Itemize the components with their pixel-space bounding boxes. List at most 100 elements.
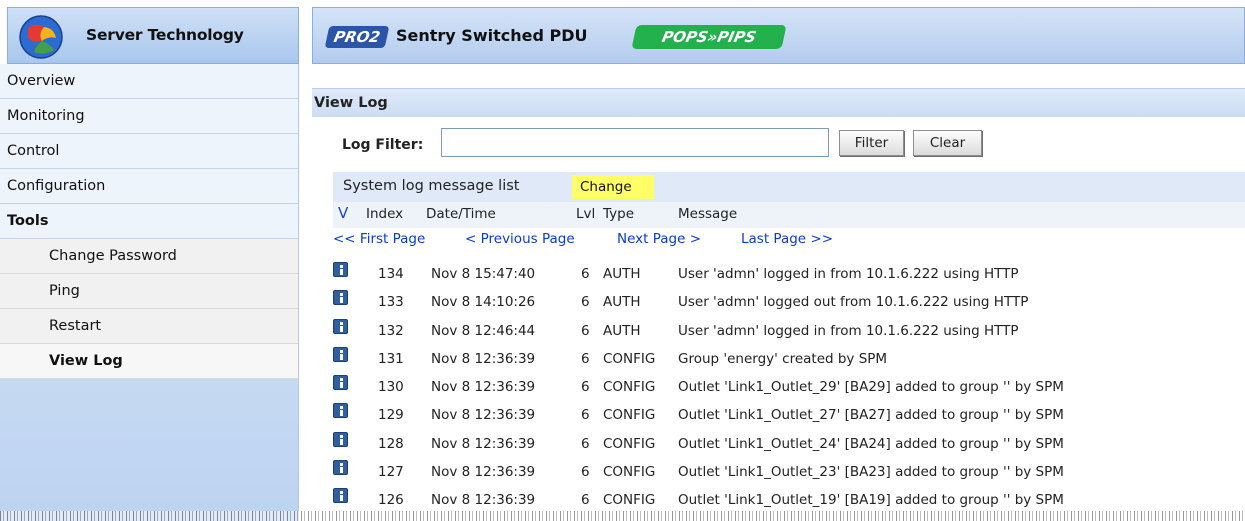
- cell-type: CONFIG: [603, 350, 656, 367]
- nav-item-monitoring[interactable]: Monitoring: [0, 99, 298, 134]
- column-index: Index: [366, 206, 404, 222]
- sort-toggle-icon[interactable]: V: [338, 204, 348, 222]
- info-icon[interactable]: [333, 318, 348, 334]
- cell-datetime: Nov 8 12:36:39: [431, 492, 536, 509]
- info-icon[interactable]: [333, 290, 348, 306]
- cell-lvl: 6: [581, 435, 590, 452]
- cell-datetime: Nov 8 12:36:39: [431, 379, 536, 396]
- list-title: System log message list: [343, 178, 520, 194]
- product-title: Sentry Switched PDU: [396, 26, 588, 45]
- info-icon[interactable]: [333, 403, 348, 419]
- cell-index: 134: [378, 266, 404, 282]
- first-page-link[interactable]: << First Page: [333, 231, 425, 247]
- info-icon[interactable]: [333, 431, 348, 447]
- change-link[interactable]: Change: [572, 175, 654, 199]
- info-icon[interactable]: [333, 460, 348, 476]
- nav-item-overview[interactable]: Overview: [0, 64, 298, 99]
- table-row: 127 Nov 8 12:36:39 6 CONFIG Outlet 'Link1_Ou…: [333, 456, 1245, 484]
- next-page-link[interactable]: Next Page >: [617, 231, 701, 247]
- cell-lvl: 6: [581, 294, 590, 311]
- table-row: 129 Nov 8 12:36:39 6 CONFIG Outlet 'Link1_Ou…: [333, 399, 1245, 427]
- cell-datetime: Nov 8 15:47:40: [431, 266, 536, 282]
- cell-type: CONFIG: [603, 379, 656, 396]
- pro2-badge: PRO2: [324, 26, 390, 48]
- table-row: 126 Nov 8 12:36:39 6 CONFIG Outlet 'Link1_Ou…: [333, 484, 1245, 512]
- sub-item-change-password[interactable]: Change Password: [0, 239, 298, 274]
- cell-type: AUTH: [603, 294, 641, 311]
- cell-index: 128: [378, 435, 404, 452]
- cell-message: User 'admn' logged in from 10.1.6.222 us…: [678, 266, 1019, 282]
- filter-button[interactable]: Filter: [839, 130, 904, 156]
- table-row: 134 Nov 8 15:47:40 6 AUTH User 'admn' logged…: [333, 258, 1245, 286]
- table-row: 133 Nov 8 14:10:26 6 AUTH User 'admn' logged…: [333, 286, 1245, 314]
- cell-index: 130: [378, 379, 404, 396]
- info-icon[interactable]: [333, 488, 348, 504]
- sub-item-view-log[interactable]: View Log: [0, 344, 298, 379]
- globe-logo-icon: [19, 15, 63, 59]
- nav-item-configuration[interactable]: Configuration: [0, 169, 298, 204]
- torn-edge-artifact: [0, 511, 1245, 521]
- nav-item-tools[interactable]: Tools: [0, 204, 298, 239]
- page-title: View Log: [314, 95, 388, 111]
- cell-datetime: Nov 8 14:10:26: [431, 294, 536, 311]
- nav-menu: Overview Monitoring Control Configuratio…: [0, 64, 299, 521]
- cell-datetime: Nov 8 12:36:39: [431, 350, 536, 367]
- cell-type: AUTH: [603, 266, 641, 282]
- cell-index: 127: [378, 464, 404, 481]
- cell-datetime: Nov 8 12:46:44: [431, 322, 536, 339]
- last-page-link[interactable]: Last Page >>: [741, 231, 833, 247]
- cell-message: User 'admn' logged out from 10.1.6.222 u…: [678, 294, 1029, 311]
- section-header: View Log: [312, 88, 1245, 117]
- cell-lvl: 6: [581, 322, 590, 339]
- previous-page-link[interactable]: < Previous Page: [465, 231, 575, 247]
- log-filter-input[interactable]: [441, 128, 829, 157]
- info-icon[interactable]: [333, 375, 348, 391]
- log-filter-label: Log Filter:: [342, 137, 424, 153]
- cell-index: 126: [378, 492, 404, 509]
- cell-datetime: Nov 8 12:36:39: [431, 407, 536, 424]
- cell-message: Group 'energy' created by SPM: [678, 350, 888, 367]
- table-row: 130 Nov 8 12:36:39 6 CONFIG Outlet 'Link1_Ou…: [333, 371, 1245, 399]
- cell-type: AUTH: [603, 322, 641, 339]
- cell-datetime: Nov 8 12:36:39: [431, 464, 536, 481]
- info-icon[interactable]: [333, 346, 348, 362]
- list-header: System log message list Change: [333, 172, 1245, 202]
- cell-lvl: 6: [581, 266, 590, 282]
- cell-message: Outlet 'Link1_Outlet_23' [BA23] added to…: [678, 464, 1064, 481]
- cell-message: Outlet 'Link1_Outlet_19' [BA19] added to…: [678, 492, 1064, 509]
- product-header: PRO2 Sentry Switched PDU POPS»PIPS: [312, 7, 1245, 64]
- sub-item-ping[interactable]: Ping: [0, 274, 298, 309]
- cell-datetime: Nov 8 12:36:39: [431, 435, 536, 452]
- cell-index: 129: [378, 407, 404, 424]
- clear-button[interactable]: Clear: [913, 130, 982, 156]
- cell-message: Outlet 'Link1_Outlet_27' [BA27] added to…: [678, 407, 1064, 424]
- cell-type: CONFIG: [603, 407, 656, 424]
- nav-item-control[interactable]: Control: [0, 134, 298, 169]
- cell-index: 133: [378, 294, 404, 311]
- left-column: Server Technology Overview Monitoring Co…: [0, 0, 299, 521]
- cell-index: 131: [378, 350, 404, 367]
- table-row: 128 Nov 8 12:36:39 6 CONFIG Outlet 'Link1_Ou…: [333, 428, 1245, 456]
- sub-item-restart[interactable]: Restart: [0, 309, 298, 344]
- table-row: 131 Nov 8 12:36:39 6 CONFIG Group 'energy' c…: [333, 343, 1245, 371]
- cell-lvl: 6: [581, 492, 590, 509]
- cell-lvl: 6: [581, 464, 590, 481]
- cell-index: 132: [378, 322, 404, 339]
- column-type: Type: [603, 206, 635, 222]
- log-table: 134 Nov 8 15:47:40 6 AUTH User 'admn' logged…: [333, 258, 1245, 513]
- column-message: Message: [678, 206, 738, 222]
- brand-header: Server Technology: [7, 7, 299, 64]
- column-header-row: V Index Date/Time Lvl Type Message: [333, 202, 1245, 228]
- cell-message: Outlet 'Link1_Outlet_29' [BA29] added to…: [678, 379, 1064, 396]
- cell-type: CONFIG: [603, 492, 656, 509]
- cell-lvl: 6: [581, 379, 590, 396]
- column-lvl: Lvl: [576, 206, 596, 222]
- cell-message: User 'admn' logged in from 10.1.6.222 us…: [678, 322, 1019, 339]
- info-icon[interactable]: [333, 262, 348, 277]
- cell-type: CONFIG: [603, 435, 656, 452]
- cell-lvl: 6: [581, 407, 590, 424]
- column-datetime: Date/Time: [426, 206, 496, 222]
- table-row: 132 Nov 8 12:46:44 6 AUTH User 'admn' logged…: [333, 315, 1245, 343]
- cell-message: Outlet 'Link1_Outlet_24' [BA24] added to…: [678, 435, 1064, 452]
- cell-lvl: 6: [581, 350, 590, 367]
